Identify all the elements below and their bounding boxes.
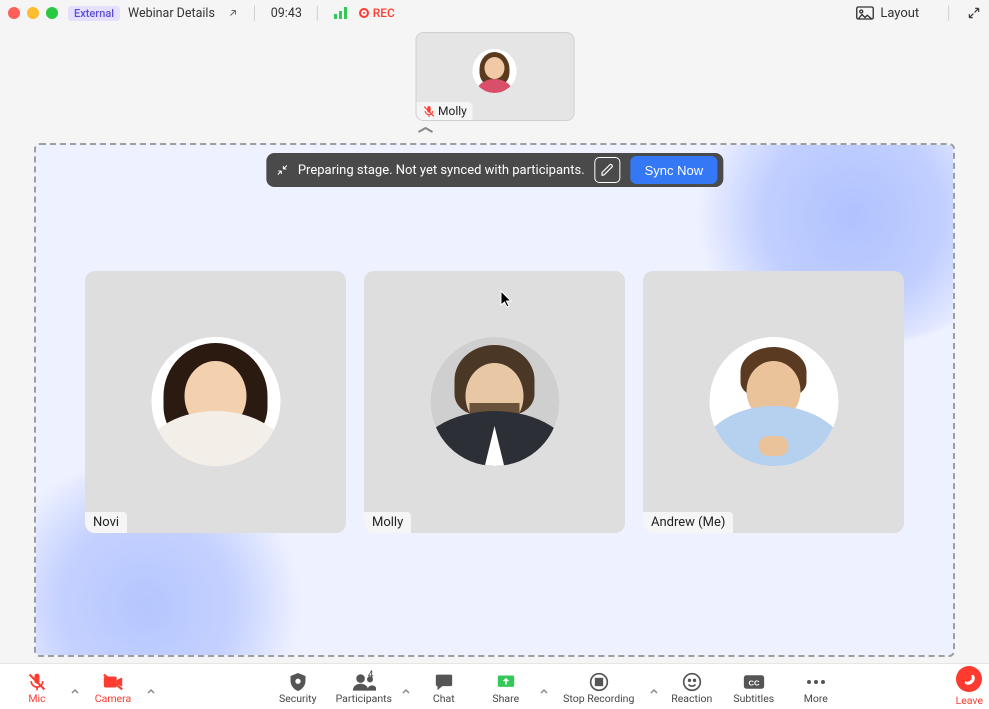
- leave-button[interactable]: Leave: [956, 666, 983, 707]
- shield-icon: [289, 672, 307, 692]
- collapse-strip-button[interactable]: [415, 125, 574, 135]
- window-titlebar: External Webinar Details │ 09:43 │ REC L…: [0, 0, 989, 24]
- close-window-icon[interactable]: [8, 7, 20, 19]
- thumbnail-strip: Molly: [415, 32, 574, 135]
- minimize-window-icon[interactable]: [27, 7, 39, 19]
- meeting-title[interactable]: Webinar Details: [128, 6, 215, 21]
- stage-area: Preparing stage. Not yet synced with par…: [34, 143, 955, 657]
- reaction-button[interactable]: Reaction: [661, 672, 723, 705]
- security-button[interactable]: Security: [267, 672, 329, 705]
- recording-indicator[interactable]: REC: [359, 6, 395, 20]
- participant-tile[interactable]: Molly: [364, 271, 625, 533]
- sync-now-button[interactable]: Sync Now: [631, 156, 718, 184]
- mic-options-chevron[interactable]: [68, 680, 82, 696]
- layout-icon: [856, 6, 874, 20]
- avatar: [473, 49, 517, 93]
- leave-icon: [956, 666, 982, 692]
- participant-grid: Novi Molly Andrew (Me): [85, 271, 904, 533]
- leave-label: Leave: [956, 694, 983, 707]
- edit-stage-button[interactable]: [595, 157, 621, 183]
- participants-button[interactable]: 4 Participants: [329, 672, 399, 705]
- chat-button[interactable]: Chat: [413, 672, 475, 705]
- camera-options-chevron[interactable]: [144, 680, 158, 696]
- security-label: Security: [279, 694, 317, 705]
- signal-strength-icon[interactable]: [334, 7, 347, 19]
- layout-button[interactable]: Layout: [856, 6, 919, 21]
- stop-recording-icon: [589, 672, 609, 692]
- window-controls[interactable]: [8, 7, 58, 19]
- mic-label: Mic: [28, 694, 45, 705]
- chat-label: Chat: [433, 694, 455, 705]
- elapsed-time: 09:43: [271, 6, 302, 21]
- layout-label: Layout: [880, 6, 919, 21]
- avatar: [430, 337, 559, 466]
- thumbnail-tile[interactable]: Molly: [415, 32, 574, 121]
- share-label: Share: [492, 694, 519, 705]
- participant-tile[interactable]: Andrew (Me): [643, 271, 904, 533]
- share-options-chevron[interactable]: [537, 680, 551, 696]
- mic-muted-icon: [27, 672, 47, 692]
- thumbnail-name-tag: Molly: [416, 102, 473, 120]
- divider: │: [251, 6, 259, 21]
- participants-count-badge: 4: [368, 670, 374, 681]
- share-screen-icon: [496, 672, 516, 692]
- subtitles-button[interactable]: CC Subtitles: [723, 672, 785, 705]
- mic-button[interactable]: Mic: [6, 672, 68, 705]
- more-label: More: [804, 694, 828, 705]
- avatar: [709, 337, 838, 466]
- camera-off-icon: [102, 672, 124, 692]
- share-button[interactable]: Share: [475, 672, 537, 705]
- sync-status-bar: Preparing stage. Not yet synced with par…: [266, 153, 723, 187]
- recording-options-chevron[interactable]: [647, 680, 661, 696]
- expand-icon[interactable]: [967, 6, 981, 20]
- participant-name: Novi: [85, 512, 127, 533]
- participant-tile[interactable]: Novi: [85, 271, 346, 533]
- reaction-label: Reaction: [671, 694, 712, 705]
- more-button[interactable]: More: [785, 672, 847, 705]
- external-badge: External: [68, 6, 120, 21]
- smile-icon: [682, 672, 702, 692]
- subtitles-label: Subtitles: [733, 694, 774, 705]
- camera-button[interactable]: Camera: [82, 672, 144, 705]
- bottom-toolbar: Mic Camera Security 4 Participants: [0, 663, 989, 709]
- stop-recording-button[interactable]: Stop Recording: [551, 672, 647, 705]
- record-dot-icon: [359, 8, 369, 18]
- divider: │: [945, 6, 953, 21]
- fullscreen-window-icon[interactable]: [46, 7, 58, 19]
- participant-name: Andrew (Me): [643, 512, 733, 533]
- avatar: [151, 337, 280, 466]
- popout-icon[interactable]: [227, 7, 239, 19]
- collapse-diagonal-icon[interactable]: [276, 164, 288, 176]
- chat-icon: [434, 672, 454, 692]
- participants-options-chevron[interactable]: [399, 680, 413, 696]
- mic-muted-icon: [422, 105, 435, 118]
- svg-text:CC: CC: [748, 678, 759, 687]
- more-icon: [806, 672, 826, 692]
- camera-label: Camera: [95, 694, 131, 705]
- mouse-cursor-icon: [500, 290, 514, 308]
- stop-recording-label: Stop Recording: [563, 694, 634, 705]
- divider: │: [314, 6, 322, 21]
- participants-label: Participants: [336, 694, 392, 705]
- cc-icon: CC: [743, 672, 765, 692]
- participant-name: Molly: [364, 512, 411, 533]
- thumbnail-name: Molly: [438, 104, 467, 118]
- recording-label: REC: [373, 6, 395, 20]
- sync-message: Preparing stage. Not yet synced with par…: [298, 163, 585, 178]
